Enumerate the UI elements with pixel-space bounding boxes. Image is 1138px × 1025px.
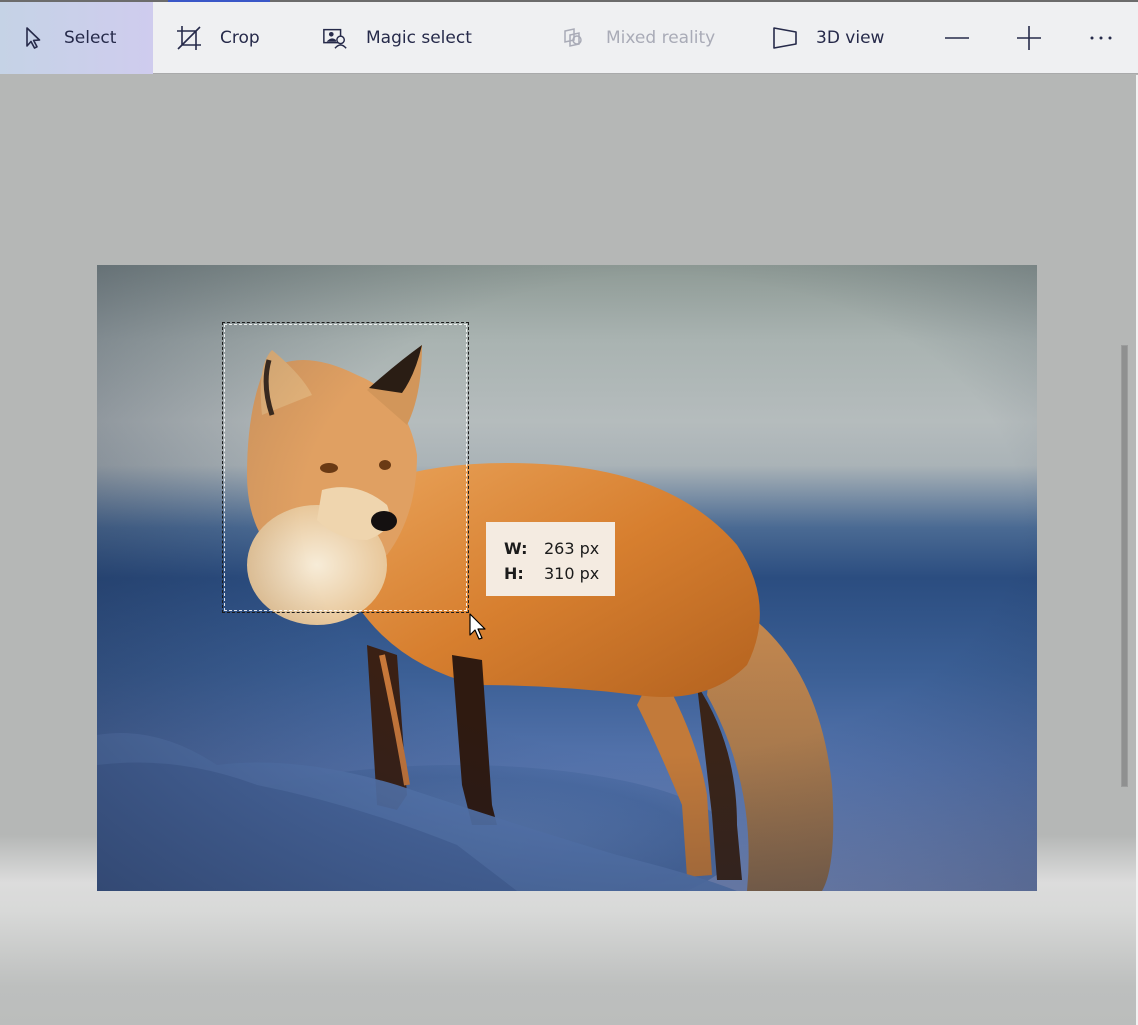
- crop-icon: [176, 25, 202, 51]
- select-tool-label: Select: [64, 28, 117, 48]
- width-label: W:: [504, 539, 528, 558]
- mouse-pointer-icon: [469, 613, 489, 645]
- 3d-view-tool-label: 3D view: [816, 28, 885, 48]
- magic-select-tool-label: Magic select: [366, 28, 472, 48]
- selection-rectangle[interactable]: [222, 322, 469, 613]
- cursor-arrow-icon: [20, 25, 46, 51]
- crop-tool-button[interactable]: Crop: [176, 2, 260, 74]
- height-value: 310 px: [544, 564, 600, 583]
- height-row: H: 310 px: [504, 561, 615, 586]
- zoom-in-button[interactable]: [1016, 2, 1042, 74]
- mixed-reality-tool-label: Mixed reality: [606, 28, 716, 48]
- plus-icon: [1016, 25, 1042, 51]
- width-row: W: 263 px: [504, 536, 615, 561]
- vertical-scrollbar[interactable]: [1121, 345, 1128, 787]
- magic-select-icon: [322, 25, 348, 51]
- 3d-view-icon: [772, 25, 798, 51]
- 3d-view-tool-button[interactable]: 3D view: [772, 2, 884, 74]
- width-value: 263 px: [544, 539, 600, 558]
- mixed-reality-icon: [562, 25, 588, 51]
- toolbar: Select Crop Magic select Mixed reality 3…: [0, 2, 1138, 74]
- height-label: H:: [504, 564, 524, 583]
- magic-select-tool-button[interactable]: Magic select: [322, 2, 472, 74]
- more-options-button[interactable]: [1088, 2, 1114, 74]
- minus-icon: [944, 25, 970, 51]
- select-tool-button[interactable]: Select: [0, 2, 153, 74]
- selection-size-tooltip: W: 263 px H: 310 px: [486, 522, 615, 596]
- ellipsis-icon: [1088, 25, 1114, 51]
- crop-tool-label: Crop: [220, 28, 260, 48]
- mixed-reality-tool-button[interactable]: Mixed reality: [562, 2, 715, 74]
- zoom-out-button[interactable]: [944, 2, 970, 74]
